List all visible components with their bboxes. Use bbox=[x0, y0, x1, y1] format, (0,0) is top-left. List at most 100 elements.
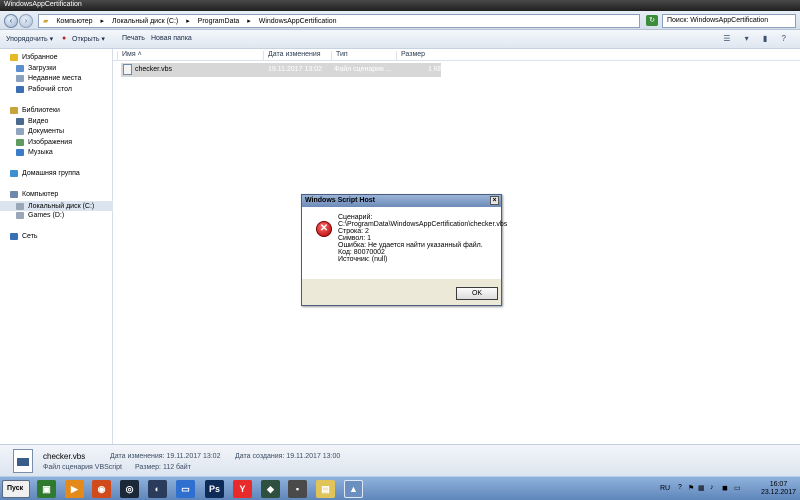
script-error-dialog: Windows Script Host × ✕ Сценарий: C:\Pro… bbox=[301, 194, 507, 306]
breadcrumb-local-disk[interactable]: Локальный диск (C:) bbox=[112, 18, 178, 25]
open-button[interactable]: Открыть ▾ bbox=[72, 35, 105, 43]
column-size[interactable]: Размер bbox=[396, 51, 446, 61]
window-title: WindowsAppCertification bbox=[4, 1, 82, 8]
nav-recent[interactable]: Недавние места bbox=[16, 75, 81, 82]
nav-images[interactable]: Изображения bbox=[16, 139, 72, 146]
nav-games-drive[interactable]: Games (D:) bbox=[16, 212, 64, 219]
script-host-icon[interactable]: ▲ bbox=[344, 480, 363, 498]
clock-time: 16:07 bbox=[769, 481, 788, 488]
nav-network-label: Сеть bbox=[22, 233, 38, 240]
documents-icon bbox=[16, 128, 24, 135]
column-type[interactable]: Тип bbox=[331, 51, 399, 61]
cinema4d-icon[interactable]: ◐ bbox=[148, 480, 167, 498]
breadcrumb-folder-icon: ▰ bbox=[43, 18, 49, 25]
breadcrumb-computer[interactable]: Компьютер bbox=[56, 18, 92, 25]
drive-icon bbox=[16, 212, 24, 219]
breadcrumb-current-folder[interactable]: WindowsAppCertification bbox=[259, 18, 337, 25]
command-bar: Упорядочить ▾ ● Открыть ▾ Печать Новая п… bbox=[0, 30, 800, 49]
media-player-icon[interactable]: ▶ bbox=[65, 480, 84, 498]
column-name[interactable]: Имя ˄ bbox=[117, 51, 267, 61]
column-header-row: Имя ˄ Дата изменения Тип Размер bbox=[113, 49, 800, 61]
details-modified: Дата изменения: 19.11.2017 13:02 bbox=[110, 453, 221, 460]
dialog-title-bar: Windows Script Host × bbox=[302, 195, 501, 207]
breadcrumb-programdata[interactable]: ProgramData bbox=[198, 18, 240, 25]
nav-music[interactable]: Музыка bbox=[16, 149, 53, 156]
address-bar[interactable]: ▰ Компьютер ▸ Локальный диск (C:) ▸ Prog… bbox=[38, 14, 640, 28]
nav-homegroup-label: Домашняя группа bbox=[22, 170, 80, 177]
organize-button[interactable]: Упорядочить ▾ bbox=[6, 35, 53, 43]
details-pane: checker.vbs Файл сценария VBScript Дата … bbox=[0, 444, 800, 476]
script-path: C:\ProgramData\WindowsAppCertification\c… bbox=[338, 221, 508, 228]
details-file-type: Файл сценария VBScript bbox=[43, 464, 123, 471]
explorer-icon[interactable]: ▤ bbox=[316, 480, 335, 498]
nav-local-disk[interactable]: Локальный диск (C:) bbox=[0, 201, 113, 211]
help-icon[interactable]: ? bbox=[678, 484, 682, 491]
nav-desktop[interactable]: Рабочий стол bbox=[16, 86, 72, 93]
print-button[interactable]: Печать bbox=[122, 35, 145, 42]
details-size: Размер: 112 байт bbox=[135, 464, 191, 471]
nav-downloads[interactable]: Загрузки bbox=[16, 65, 56, 72]
nav-network[interactable]: Сеть bbox=[10, 233, 38, 240]
yandex-browser-icon[interactable]: Y bbox=[233, 480, 252, 498]
browser-icon[interactable]: ◉ bbox=[92, 480, 111, 498]
error-source: Источник: (null) bbox=[338, 256, 388, 263]
nav-libraries[interactable]: Библиотеки bbox=[10, 107, 60, 114]
file-row[interactable]: checker.vbs 19.11.2017 13:02 Файл сценар… bbox=[121, 63, 443, 77]
nav-games-label: Games (D:) bbox=[28, 212, 65, 219]
chevron-right-icon: ▸ bbox=[100, 18, 105, 25]
window-title-bar: WindowsAppCertification bbox=[0, 0, 800, 11]
nav-documents-label: Документы bbox=[28, 128, 65, 135]
view-options-icon[interactable]: ☰ ▾ ▮ ? bbox=[723, 34, 792, 43]
refresh-icon[interactable]: ↻ bbox=[646, 15, 658, 26]
nav-documents[interactable]: Документы bbox=[16, 128, 64, 135]
system-tray: RU ? ⚑ ▦ ♪ ◼ ▭ 16:07 23.12.2017 bbox=[654, 480, 800, 498]
dialog-title: Windows Script Host bbox=[305, 197, 375, 204]
dialog-body: ✕ Сценарий: C:\ProgramData\WindowsAppCer… bbox=[302, 207, 507, 279]
nav-favorites[interactable]: Избранное bbox=[10, 54, 57, 61]
nav-downloads-label: Загрузки bbox=[28, 65, 57, 72]
nav-video[interactable]: Видео bbox=[16, 118, 48, 125]
details-file-name: checker.vbs bbox=[43, 452, 86, 461]
new-folder-button[interactable]: Новая папка bbox=[151, 35, 192, 42]
homegroup-icon bbox=[10, 170, 18, 177]
flag-icon[interactable]: ⚑ bbox=[688, 484, 694, 492]
video-icon bbox=[16, 118, 24, 125]
close-icon[interactable]: × bbox=[490, 196, 499, 205]
navigation-pane: Избранное Загрузки Недавние места Рабочи… bbox=[0, 49, 113, 444]
start-button[interactable]: Пуск bbox=[2, 480, 30, 498]
clock-date: 23.12.2017 bbox=[760, 489, 796, 496]
ok-button[interactable]: OK bbox=[456, 287, 498, 300]
chevron-right-icon: ▸ bbox=[247, 18, 251, 25]
star-icon bbox=[10, 54, 18, 61]
error-message: Ошибка: Не удается найти указанный файл. bbox=[338, 242, 483, 249]
vbs-file-icon bbox=[123, 64, 132, 75]
monitor-icon[interactable]: ▭ bbox=[734, 484, 741, 492]
taskbar: Пуск ▣ ▶ ◉ ◎ ◐ ▭ Ps Y ◆ ▪ ▤ ▲ RU ? ⚑ ▦ ♪… bbox=[0, 476, 800, 500]
nav-computer[interactable]: Компьютер bbox=[10, 191, 58, 198]
nav-libraries-label: Библиотеки bbox=[22, 107, 60, 114]
column-date[interactable]: Дата изменения bbox=[263, 51, 331, 61]
nav-video-label: Видео bbox=[28, 118, 49, 125]
photoshop-icon[interactable]: Ps bbox=[205, 480, 224, 498]
clock[interactable]: 16:07 23.12.2017 bbox=[761, 481, 796, 497]
nav-homegroup[interactable]: Домашняя группа bbox=[10, 170, 80, 177]
network-icon bbox=[10, 233, 18, 240]
volume-icon[interactable]: ♪ bbox=[710, 484, 714, 491]
terminal-icon[interactable]: ▪ bbox=[288, 480, 307, 498]
steam-icon[interactable]: ◎ bbox=[120, 480, 139, 498]
back-button[interactable]: ‹ bbox=[4, 14, 18, 28]
language-indicator[interactable]: RU bbox=[660, 485, 670, 492]
forward-button[interactable]: › bbox=[19, 14, 33, 28]
file-name: checker.vbs bbox=[135, 66, 172, 73]
car-app-icon[interactable]: ▭ bbox=[176, 480, 195, 498]
details-created: Дата создания: 19.11.2017 13:00 bbox=[235, 453, 341, 460]
shield-icon[interactable]: ◼ bbox=[722, 484, 728, 492]
images-icon bbox=[16, 139, 24, 146]
nav-music-label: Музыка bbox=[28, 149, 53, 156]
desktop-app-icon[interactable]: ▣ bbox=[37, 480, 56, 498]
app-icon[interactable]: ◆ bbox=[261, 480, 280, 498]
error-code: Код: 80070002 bbox=[338, 249, 385, 256]
error-line: Строка: 2 bbox=[338, 228, 369, 235]
search-input[interactable]: Поиск: WindowsAppCertification bbox=[662, 14, 796, 28]
network-tray-icon[interactable]: ▦ bbox=[698, 484, 705, 492]
